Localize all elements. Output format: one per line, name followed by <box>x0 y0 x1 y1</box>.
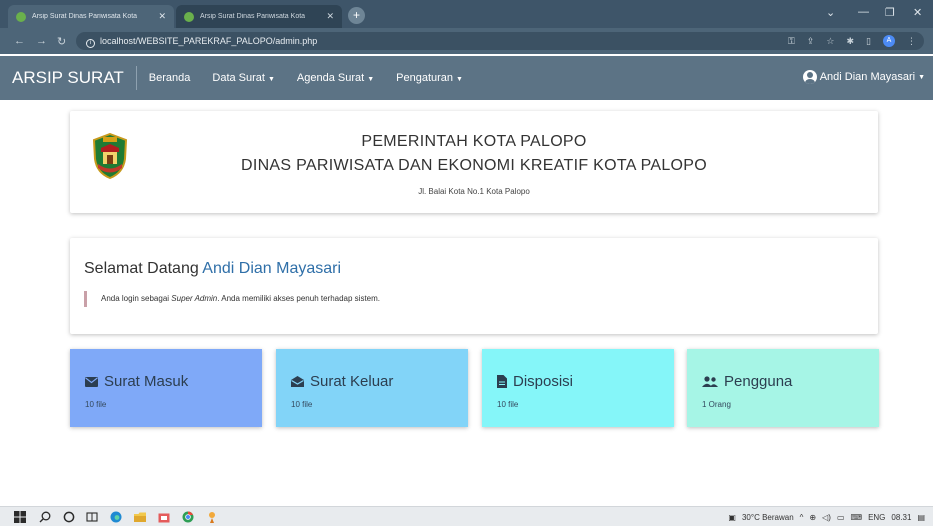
forward-icon[interactable]: → <box>36 35 47 47</box>
bookmark-star-icon[interactable]: ☆ <box>826 32 834 50</box>
header-card: PEMERINTAH KOTA PALOPO DINAS PARIWISATA … <box>70 111 878 213</box>
file-explorer-icon[interactable] <box>134 511 146 523</box>
user-menu[interactable]: Andi Dian Mayasari ▼ <box>802 70 925 84</box>
restore-button[interactable]: ❐ <box>885 6 895 19</box>
caret-down-icon: ▼ <box>267 76 275 83</box>
language-indicator[interactable]: ENG <box>868 513 885 522</box>
tile-count: 10 file <box>291 400 313 409</box>
browser-tab[interactable]: Arsip Surat Dinas Pariwisata Kota ✕ <box>176 5 342 28</box>
tile-title: Disposisi <box>513 373 574 390</box>
welcome-user-name: Andi Dian Mayasari <box>202 260 342 277</box>
brand-title[interactable]: ARSIP SURAT <box>0 66 137 90</box>
system-tray: ▣ 30°C Berawan ^ ⊕ ◁) ▭ ⌨ ENG 08.31 ▤ <box>728 507 925 527</box>
envelope-open-icon <box>291 376 304 387</box>
envelope-icon <box>85 376 98 387</box>
back-icon[interactable]: ← <box>14 35 25 47</box>
windows-taskbar: ▣ 30°C Berawan ^ ⊕ ◁) ▭ ⌨ ENG 08.31 ▤ <box>0 506 933 526</box>
department-title: DINAS PARIWISATA DAN EKONOMI KREATIF KOT… <box>240 157 708 174</box>
windows-start-icon[interactable] <box>14 511 26 523</box>
menu-kebab-icon[interactable]: ⋮ <box>907 32 916 50</box>
nav-label: Agenda Surat <box>296 72 365 84</box>
caret-down-icon: ▼ <box>367 76 375 83</box>
tile-disposisi[interactable]: Disposisi 10 file <box>482 349 674 427</box>
site-info-icon[interactable]: i <box>86 39 95 48</box>
tray-chevron-icon[interactable]: ^ <box>800 513 804 522</box>
site-favicon-icon <box>16 11 26 22</box>
user-avatar-icon <box>802 70 817 84</box>
app-navbar: ARSIP SURAT Beranda Data Surat ▼ Agenda S… <box>0 56 933 100</box>
role-name: Super Admin <box>171 294 218 303</box>
share-icon[interactable]: ⇪ <box>807 32 815 50</box>
address-bar[interactable]: i localhost/WEBSITE_PAREKRAF_PALOPO/admin… <box>76 32 924 50</box>
store-icon[interactable] <box>158 511 170 523</box>
reload-icon[interactable]: ↻ <box>57 35 66 48</box>
welcome-card: Selamat Datang Andi Dian Mayasari Anda l… <box>70 238 878 334</box>
nav-label: Beranda <box>148 72 191 84</box>
role-note: Anda login sebagai Super Admin. Anda mem… <box>84 291 380 307</box>
tile-pengguna[interactable]: Pengguna 1 Orang <box>687 349 879 427</box>
tile-title: Surat Keluar <box>310 373 394 390</box>
browser-tab-active[interactable]: Arsip Surat Dinas Pariwisata Kota ✕ <box>8 5 174 28</box>
battery-icon[interactable]: ▭ <box>837 513 845 522</box>
minimize-button[interactable]: — <box>858 6 869 18</box>
tab-title: Arsip Surat Dinas Pariwisata Kota <box>200 13 306 20</box>
side-panel-icon[interactable]: ▯ <box>866 32 871 50</box>
close-window-button[interactable]: ✕ <box>913 6 922 19</box>
tile-title: Surat Masuk <box>104 373 189 390</box>
search-icon[interactable] <box>39 511 51 523</box>
caret-down-icon: ▼ <box>918 73 925 81</box>
nav-label: Pengaturan <box>396 72 454 84</box>
role-note-suffix: . Anda memiliki akses penuh terhadap sis… <box>217 294 380 303</box>
keyboard-icon[interactable]: ⌨ <box>851 513 863 522</box>
site-favicon-icon <box>184 11 194 22</box>
task-view-icon[interactable] <box>86 511 98 523</box>
notification-icon[interactable]: ▤ <box>917 513 925 522</box>
nav-data-surat[interactable]: Data Surat ▼ <box>212 72 275 84</box>
office-address: Jl. Balai Kota No.1 Kota Palopo <box>418 187 530 196</box>
users-icon <box>702 376 718 387</box>
volume-icon[interactable]: ◁) <box>822 513 831 522</box>
caret-down-icon: ▼ <box>456 76 463 83</box>
media-app-icon[interactable] <box>206 511 218 523</box>
chrome-icon[interactable] <box>182 511 194 523</box>
tile-title: Pengguna <box>724 373 793 390</box>
tile-surat-masuk[interactable]: Surat Masuk 10 file <box>70 349 262 427</box>
role-note-prefix: Anda login sebagai <box>101 294 170 303</box>
extensions-icon[interactable]: ✱ <box>847 32 855 50</box>
key-icon[interactable]: ⚿ <box>788 32 795 50</box>
user-name: Andi Dian Mayasari <box>819 71 916 83</box>
nav-beranda[interactable]: Beranda <box>149 72 191 84</box>
tile-count: 10 file <box>85 400 107 409</box>
close-tab-icon[interactable]: ✕ <box>326 11 334 22</box>
close-tab-icon[interactable]: ✕ <box>158 11 166 22</box>
tab-title: Arsip Surat Dinas Pariwisata Kota <box>32 13 138 20</box>
url-text: localhost/WEBSITE_PAREKRAF_PALOPO/admin.… <box>100 36 318 46</box>
tile-count: 1 Orang <box>702 400 731 409</box>
tile-count: 10 file <box>497 400 519 409</box>
edge-browser-icon[interactable] <box>110 511 122 523</box>
nav-agenda-surat[interactable]: Agenda Surat ▼ <box>297 72 374 84</box>
weather-text[interactable]: 30°C Berawan <box>742 513 794 522</box>
clock[interactable]: 08.31 <box>891 513 911 522</box>
new-tab-button[interactable]: + <box>348 7 365 24</box>
browser-toolbar: ← → ↻ i localhost/WEBSITE_PAREKRAF_PALOPO… <box>0 28 933 54</box>
network-icon[interactable]: ⊕ <box>809 513 816 522</box>
browser-tab-strip: Arsip Surat Dinas Pariwisata Kota ✕ Arsi… <box>0 0 933 28</box>
profile-avatar[interactable]: A <box>883 35 895 47</box>
cortana-icon[interactable] <box>63 511 75 523</box>
welcome-greeting: Selamat Datang <box>84 260 199 277</box>
tab-search-icon[interactable]: ⌄ <box>826 6 835 19</box>
file-icon <box>497 375 507 388</box>
welcome-heading: Selamat Datang Andi Dian Mayasari <box>84 260 341 278</box>
nav-label: Data Surat <box>212 72 265 84</box>
tile-surat-keluar[interactable]: Surat Keluar 10 file <box>276 349 468 427</box>
weather-icon[interactable]: ▣ <box>728 513 736 522</box>
nav-pengaturan[interactable]: Pengaturan ▼ <box>396 72 463 84</box>
government-title: PEMERINTAH KOTA PALOPO <box>361 133 587 150</box>
